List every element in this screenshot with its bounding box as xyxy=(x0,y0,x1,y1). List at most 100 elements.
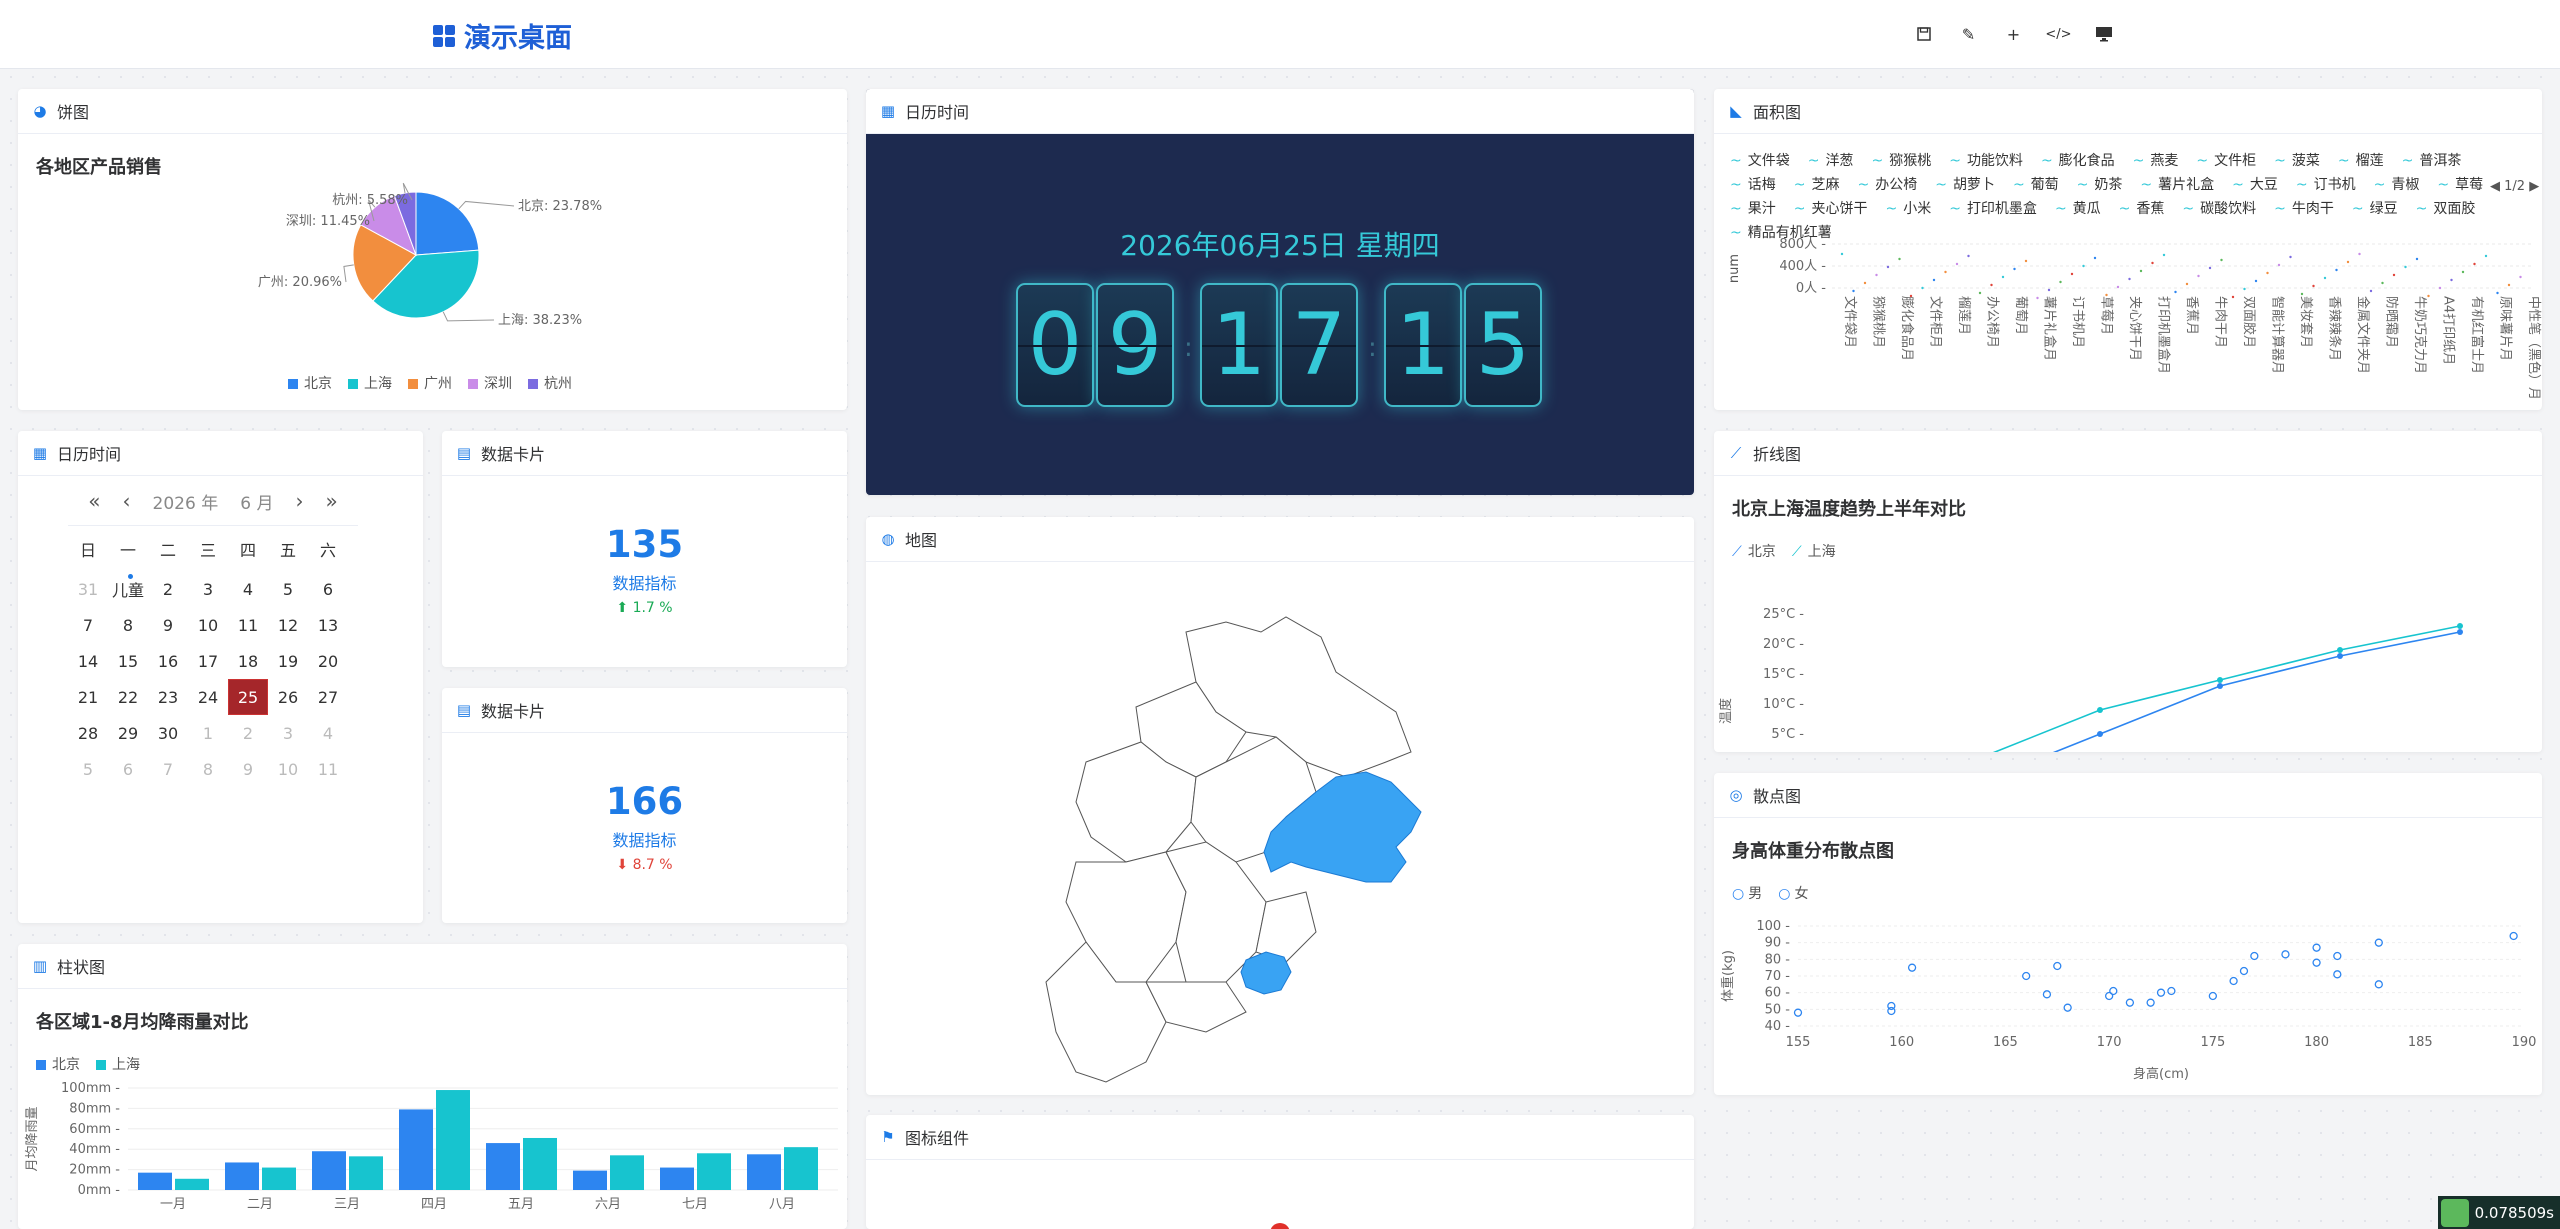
calendar-day[interactable]: 6 xyxy=(108,751,148,787)
line-point[interactable] xyxy=(2097,707,2103,713)
edit-icon[interactable]: ✎ xyxy=(1955,22,1982,46)
calendar-day[interactable]: 3 xyxy=(188,571,228,607)
scatter-point[interactable] xyxy=(2250,951,2259,961)
legend-item[interactable]: 深圳 xyxy=(468,373,512,393)
calendar-day[interactable]: 9 xyxy=(228,751,268,787)
scatter-point[interactable] xyxy=(2333,951,2342,961)
scatter-point[interactable] xyxy=(1793,1008,1803,1017)
line-point[interactable] xyxy=(2097,731,2103,737)
calendar-day[interactable]: 10 xyxy=(188,607,228,643)
calendar-day[interactable]: 9 xyxy=(148,607,188,643)
legend-item[interactable]: 燕麦 xyxy=(2133,150,2178,170)
calendar-day[interactable]: 19 xyxy=(268,643,308,679)
legend-item[interactable]: 北京 xyxy=(288,373,332,393)
calendar-day[interactable]: 3 xyxy=(268,715,308,751)
line-point[interactable] xyxy=(2337,653,2343,659)
calendar-year[interactable]: 2026 年 xyxy=(153,489,219,514)
legend-item[interactable]: 普洱茶 xyxy=(2402,150,2461,170)
calendar-day[interactable]: 11 xyxy=(228,607,268,643)
scatter-point[interactable] xyxy=(2208,991,2218,1001)
legend-item[interactable]: 绿豆 xyxy=(2352,198,2398,218)
calendar-day[interactable]: 25 xyxy=(228,679,268,715)
legend-item[interactable]: 青椒 xyxy=(2374,174,2419,194)
line-point[interactable] xyxy=(2217,677,2223,683)
line-point[interactable] xyxy=(2457,629,2463,635)
scatter-point[interactable] xyxy=(1887,1006,1896,1016)
calendar-day[interactable]: 8 xyxy=(188,751,228,787)
display-icon[interactable] xyxy=(2090,22,2117,46)
calendar-month[interactable]: 6 月 xyxy=(240,489,273,514)
prev-year-icon[interactable]: « xyxy=(88,489,100,513)
legend-item[interactable]: 打印机墨盒 xyxy=(1949,198,2037,218)
calendar-day[interactable]: 30 xyxy=(148,715,188,751)
legend-item[interactable]: 功能饮料 xyxy=(1949,150,2023,170)
bar[interactable] xyxy=(747,1154,781,1190)
legend-item[interactable]: 碳酸饮料 xyxy=(2182,198,2256,218)
bar[interactable] xyxy=(349,1156,383,1190)
bar[interactable] xyxy=(486,1143,520,1190)
legend-item[interactable]: 上海 xyxy=(348,373,392,393)
legend-item[interactable]: 大豆 xyxy=(2232,174,2278,194)
bar[interactable] xyxy=(138,1172,172,1190)
calendar-day[interactable]: 4 xyxy=(228,571,268,607)
bar[interactable] xyxy=(610,1155,644,1190)
calendar-day[interactable]: 11 xyxy=(308,751,348,787)
calendar-day[interactable]: 12 xyxy=(268,607,308,643)
add-icon[interactable]: + xyxy=(2000,22,2027,46)
calendar-day[interactable]: 14 xyxy=(68,643,108,679)
legend-item[interactable]: 香蕉 xyxy=(2119,198,2164,218)
scatter-point[interactable] xyxy=(2146,998,2155,1007)
scatter-point[interactable] xyxy=(2167,986,2176,996)
scatter-point[interactable] xyxy=(2109,986,2118,996)
scatter-point[interactable] xyxy=(2239,966,2249,976)
bar[interactable] xyxy=(784,1147,818,1190)
scatter-point[interactable] xyxy=(2063,1003,2072,1012)
calendar-day[interactable]: 21 xyxy=(68,679,108,715)
legend-item[interactable]: 夹心饼干 xyxy=(1794,198,1867,218)
calendar-day[interactable]: 1 xyxy=(188,715,228,751)
calendar-day[interactable]: 24 xyxy=(188,679,228,715)
scatter-point[interactable] xyxy=(2229,976,2238,986)
calendar-day[interactable]: 5 xyxy=(268,571,308,607)
calendar-day[interactable]: 22 xyxy=(108,679,148,715)
bar[interactable] xyxy=(660,1167,694,1190)
calendar-day[interactable]: 2 xyxy=(228,715,268,751)
legend-item[interactable]: 奶茶 xyxy=(2077,174,2122,194)
legend-item[interactable]: 文件柜 xyxy=(2196,150,2256,170)
scatter-point[interactable] xyxy=(2374,980,2383,989)
calendar-day[interactable]: 26 xyxy=(268,679,308,715)
legend-item[interactable]: 芝麻 xyxy=(1794,174,1839,194)
legend-item[interactable]: 膨化食品 xyxy=(2041,150,2115,170)
code-icon[interactable]: </> xyxy=(2045,22,2072,46)
legend-item[interactable]: 果汁 xyxy=(1730,198,1776,218)
legend-item[interactable]: 黄瓜 xyxy=(2055,198,2101,218)
legend-item[interactable]: 薯片礼盒 xyxy=(2140,174,2214,194)
calendar-day[interactable]: 8 xyxy=(108,607,148,643)
line-point[interactable] xyxy=(2217,683,2223,689)
prev-month-icon[interactable]: ‹ xyxy=(123,489,131,513)
province-map[interactable] xyxy=(866,562,1694,1095)
legend-item[interactable]: 牛肉干 xyxy=(2274,198,2334,218)
area-legend[interactable]: 文件袋洋葱猕猴桃功能饮料膨化食品燕麦文件柜菠菜榴莲普洱茶话梅芝麻办公椅胡萝卜葡萄… xyxy=(1730,150,2510,242)
calendar-day[interactable]: 5 xyxy=(68,751,108,787)
legend-item[interactable]: 胡萝卜 xyxy=(1935,174,1995,194)
bar[interactable] xyxy=(573,1170,607,1190)
calendar-day[interactable]: 儿童 xyxy=(108,571,148,607)
scatter-point[interactable] xyxy=(2281,950,2290,959)
bar[interactable] xyxy=(399,1109,433,1190)
legend-item[interactable]: 话梅 xyxy=(1730,174,1776,194)
scatter-point[interactable] xyxy=(2053,961,2062,971)
calendar-day[interactable]: 15 xyxy=(108,643,148,679)
calendar-day[interactable]: 27 xyxy=(308,679,348,715)
calendar-day[interactable]: 28 xyxy=(68,715,108,751)
legend-item[interactable]: 猕猴桃 xyxy=(1871,150,1931,170)
calendar-day[interactable]: 31 xyxy=(68,571,108,607)
calendar-day[interactable]: 7 xyxy=(148,751,188,787)
calendar-day[interactable]: 7 xyxy=(68,607,108,643)
legend-item[interactable]: 菠菜 xyxy=(2274,150,2320,170)
calendar-day[interactable]: 6 xyxy=(308,571,348,607)
calendar-day[interactable]: 10 xyxy=(268,751,308,787)
bar[interactable] xyxy=(225,1162,259,1190)
bar[interactable] xyxy=(175,1178,209,1190)
scatter-point[interactable] xyxy=(2312,943,2321,952)
